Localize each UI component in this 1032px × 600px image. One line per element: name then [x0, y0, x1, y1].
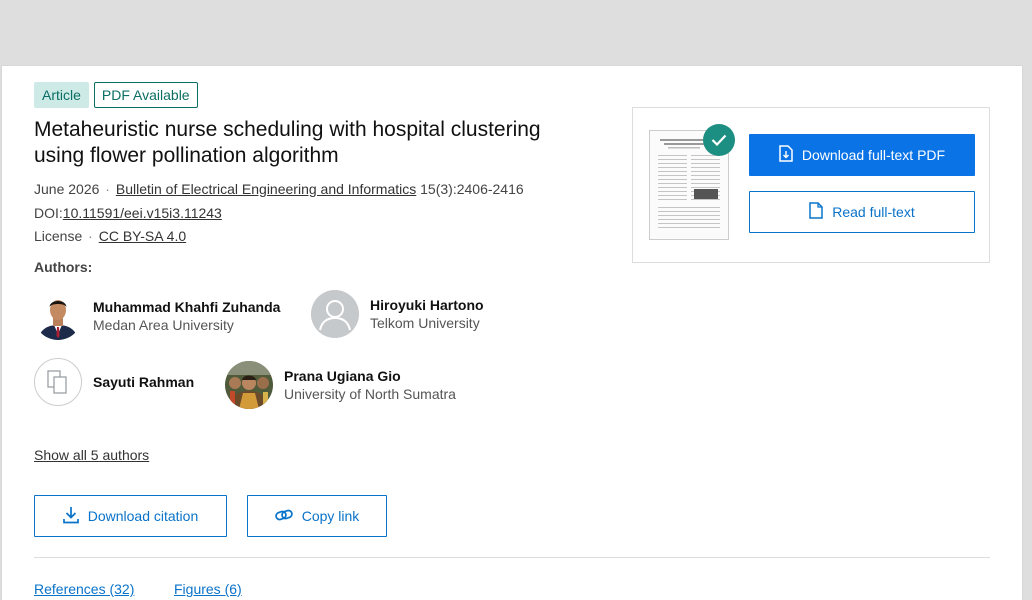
checkmark-icon: [703, 124, 735, 156]
authors-label: Authors:: [34, 259, 93, 275]
author-name[interactable]: Prana Ugiana Gio: [284, 367, 456, 385]
license-label: License: [34, 228, 83, 244]
copy-link-button[interactable]: Copy link: [247, 495, 387, 537]
download-full-text-pdf-label: Download full-text PDF: [801, 147, 946, 163]
author-item[interactable]: Muhammad Khahfi Zuhanda Medan Area Unive…: [34, 292, 280, 340]
author-item[interactable]: Prana Ugiana Gio University of North Sum…: [225, 361, 456, 409]
copy-link-label: Copy link: [301, 508, 360, 524]
doi-label: DOI:: [34, 205, 63, 221]
show-all-authors-link[interactable]: Show all 5 authors: [34, 447, 149, 463]
download-file-icon: [779, 145, 793, 165]
author-name[interactable]: Sayuti Rahman: [93, 373, 194, 391]
license-link[interactable]: CC BY-SA 4.0: [99, 228, 186, 244]
author-text: Hiroyuki Hartono Telkom University: [370, 296, 484, 332]
author-affiliation: University of North Sumatra: [284, 386, 456, 402]
no-photo-icon: [34, 358, 82, 406]
journal-link[interactable]: Bulletin of Electrical Engineering and I…: [116, 181, 416, 197]
default-avatar-icon: [311, 290, 359, 338]
publication-date: June 2026: [34, 181, 100, 197]
download-full-text-pdf-button[interactable]: Download full-text PDF: [749, 134, 975, 176]
avatar: [225, 361, 273, 409]
license-row: License · CC BY-SA 4.0: [34, 228, 186, 244]
link-icon: [274, 508, 293, 525]
author-item[interactable]: Sayuti Rahman: [34, 358, 194, 406]
publication-info: June 2026 · Bulletin of Electrical Engin…: [34, 181, 524, 197]
author-item[interactable]: Hiroyuki Hartono Telkom University: [311, 290, 484, 338]
divider: [34, 557, 990, 558]
tab-figures[interactable]: Figures (6): [174, 581, 242, 597]
document-icon: [809, 202, 823, 222]
doi-row: DOI:10.11591/eei.v15i3.11243: [34, 205, 222, 221]
author-name[interactable]: Hiroyuki Hartono: [370, 296, 484, 314]
download-citation-button[interactable]: Download citation: [34, 495, 227, 537]
article-badge: Article: [34, 82, 89, 108]
separator: ·: [105, 181, 110, 197]
badge-row: Article PDF Available: [34, 82, 198, 108]
avatar: [34, 292, 82, 340]
author-text: Muhammad Khahfi Zuhanda Medan Area Unive…: [93, 298, 280, 334]
download-icon: [62, 506, 79, 527]
tab-references[interactable]: References (32): [34, 581, 134, 597]
volume-pages: 15(3):2406-2416: [420, 181, 524, 197]
author-affiliation: Telkom University: [370, 315, 480, 331]
read-full-text-label: Read full-text: [832, 204, 915, 220]
author-name[interactable]: Muhammad Khahfi Zuhanda: [93, 298, 280, 316]
author-text: Sayuti Rahman: [93, 373, 194, 391]
doi-link[interactable]: 10.11591/eei.v15i3.11243: [63, 205, 222, 221]
full-text-panel: Download full-text PDF Read full-text: [632, 107, 990, 263]
pdf-available-badge: PDF Available: [93, 82, 198, 108]
read-full-text-button[interactable]: Read full-text: [749, 191, 975, 233]
author-affiliation: Medan Area University: [93, 317, 234, 333]
download-citation-label: Download citation: [87, 508, 199, 524]
page-title: Metaheuristic nurse scheduling with hosp…: [34, 118, 541, 167]
author-text: Prana Ugiana Gio University of North Sum…: [284, 367, 456, 403]
separator: ·: [88, 228, 93, 244]
publication-card: Article PDF Available Metaheuristic nurs…: [2, 66, 1022, 600]
